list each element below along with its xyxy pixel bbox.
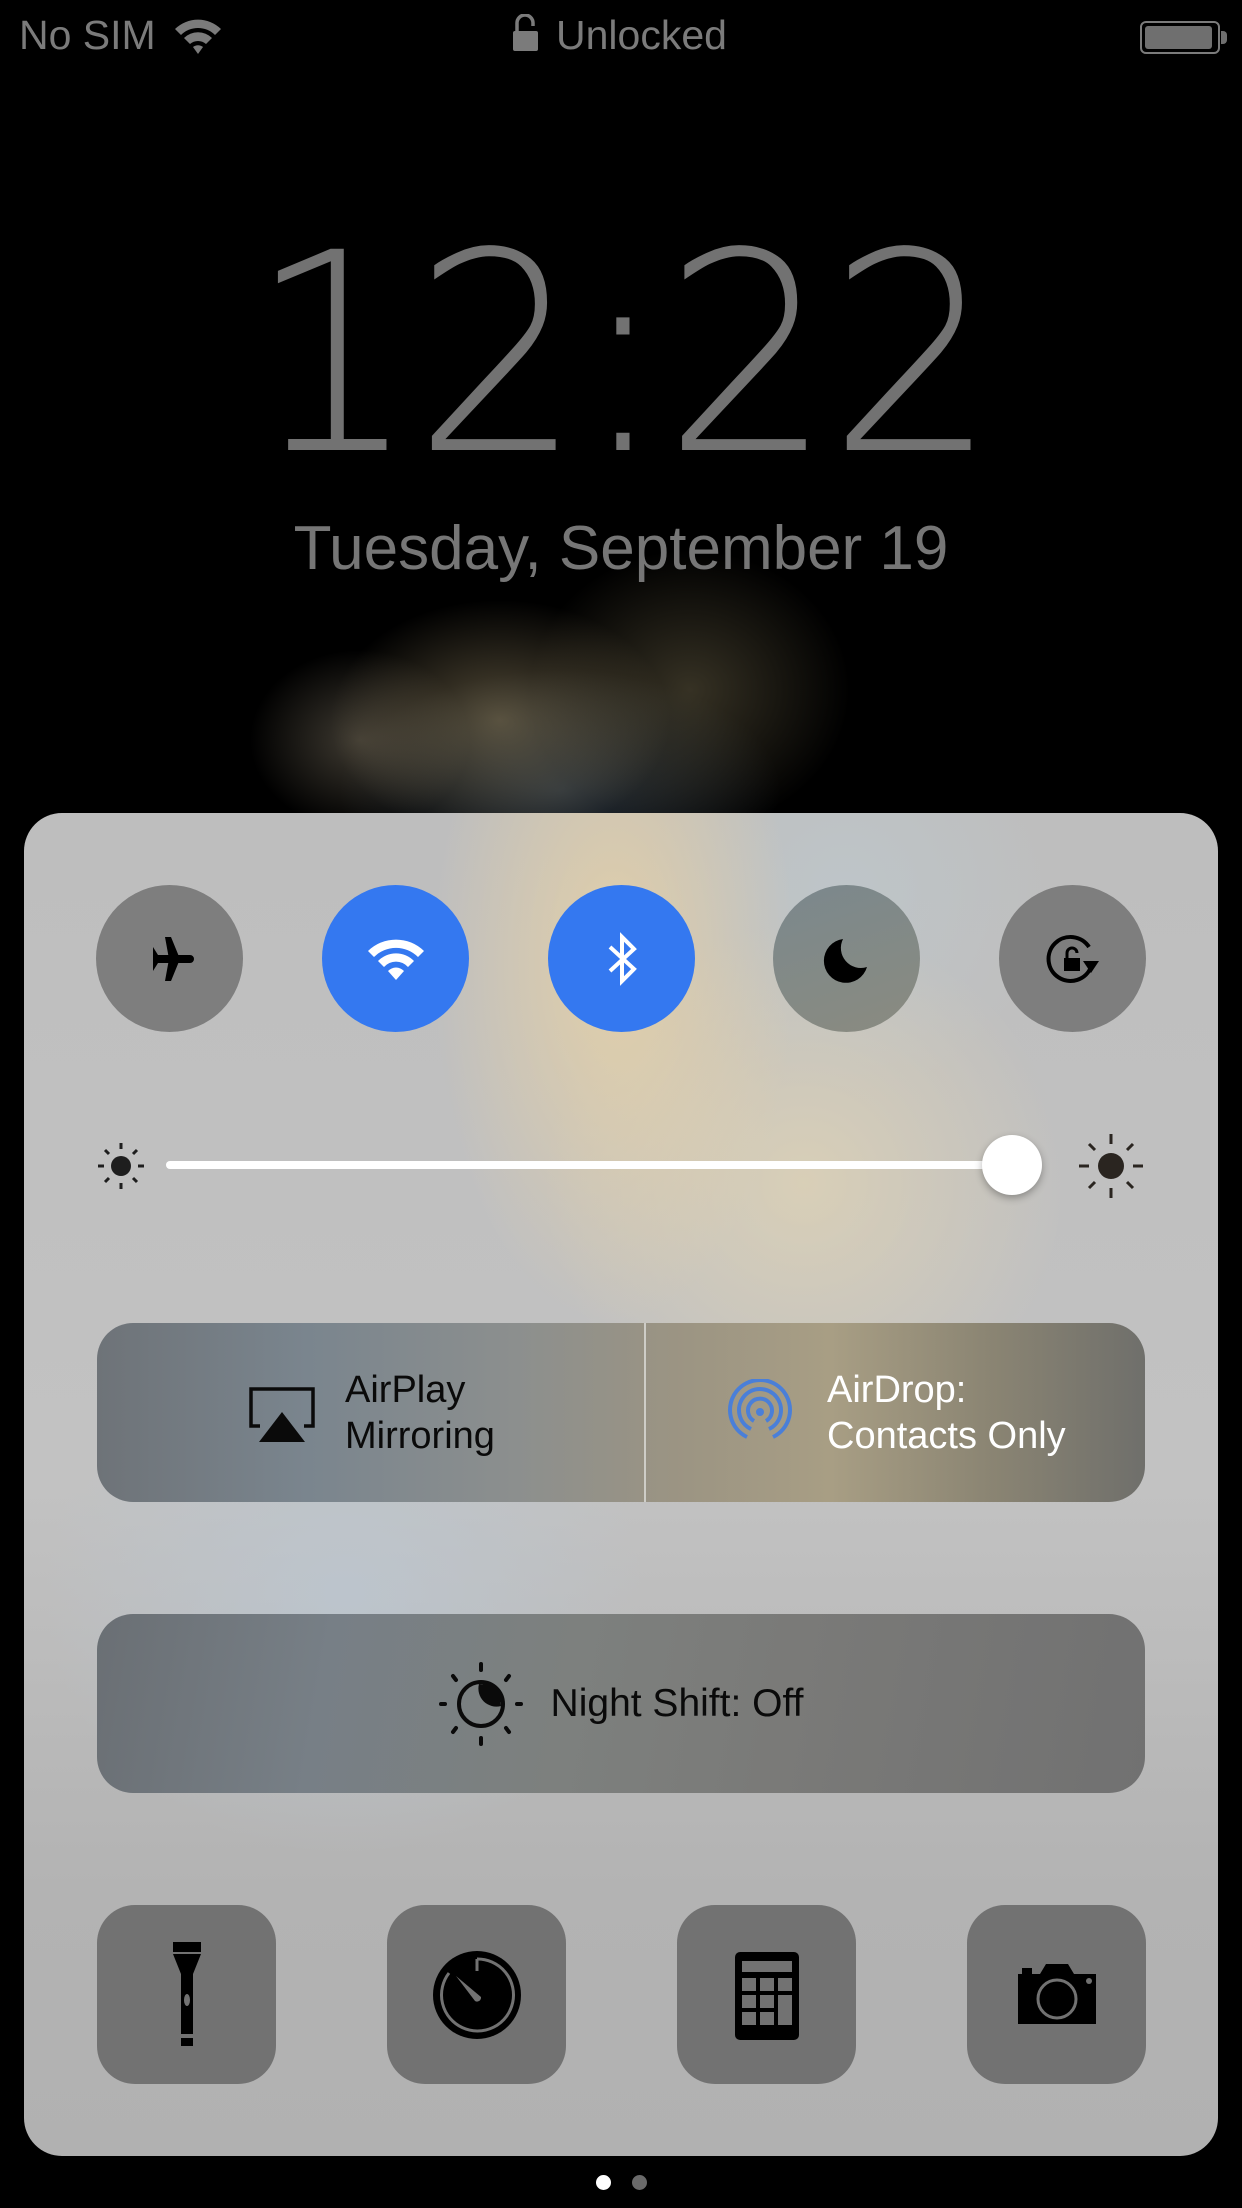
airplay-mirroring-button[interactable]: AirPlay Mirroring — [97, 1323, 644, 1502]
calculator-button[interactable] — [677, 1905, 856, 2084]
night-shift-label: Night Shift: Off — [550, 1681, 804, 1725]
flashlight-icon — [172, 1941, 201, 2046]
control-center-panel: AirPlay Mirroring AirDrop: Contacts Only — [24, 813, 1218, 2156]
battery-level-fill — [1145, 26, 1212, 49]
flashlight-button[interactable] — [97, 1905, 276, 2084]
sun-small-icon — [98, 1143, 144, 1189]
brightness-slider[interactable] — [24, 1123, 1218, 1207]
rotation-lock-icon — [1046, 934, 1099, 983]
airdrop-icon — [728, 1379, 792, 1439]
airdrop-label-line2: Contacts Only — [827, 1415, 1066, 1457]
lock-screen-date: Tuesday, September 19 — [293, 514, 949, 583]
wifi-icon — [175, 19, 221, 54]
timer-icon — [432, 1950, 521, 2039]
airplay-label: AirPlay Mirroring — [345, 1367, 495, 1459]
night-shift-icon — [438, 1661, 523, 1746]
airplane-mode-toggle[interactable] — [96, 885, 243, 1032]
camera-button[interactable] — [967, 1905, 1146, 2084]
brightness-track[interactable] — [166, 1161, 1036, 1169]
carrier-label: No SIM — [19, 12, 156, 58]
lock-status-label: Unlocked — [556, 12, 727, 58]
bluetooth-icon — [608, 931, 637, 986]
do-not-disturb-toggle[interactable] — [773, 885, 920, 1032]
wifi-icon — [367, 939, 424, 980]
sun-large-icon — [1079, 1134, 1143, 1198]
airplay-icon — [249, 1387, 315, 1442]
unlocked-padlock-icon — [513, 14, 538, 51]
airplay-label-line1: AirPlay — [345, 1369, 466, 1411]
airdrop-label: AirDrop: Contacts Only — [827, 1367, 1066, 1459]
share-row: AirPlay Mirroring AirDrop: Contacts Only — [97, 1323, 1145, 1502]
brightness-thumb[interactable] — [982, 1135, 1042, 1195]
airdrop-button[interactable]: AirDrop: Contacts Only — [645, 1323, 1145, 1502]
airplay-label-line2: Mirroring — [345, 1415, 495, 1457]
brightness-fill — [166, 1161, 1036, 1169]
lock-screen-time: 12:22 — [248, 195, 997, 516]
airdrop-label-line1: AirDrop: — [827, 1369, 967, 1411]
bluetooth-toggle[interactable] — [548, 885, 695, 1032]
rotation-lock-toggle[interactable] — [999, 885, 1146, 1032]
timer-button[interactable] — [387, 1905, 566, 2084]
moon-icon — [823, 938, 867, 983]
status-bar: No SIM Unlocked — [0, 0, 1242, 72]
camera-icon — [1017, 1963, 1096, 2024]
battery-icon — [1140, 21, 1220, 54]
night-shift-button[interactable]: Night Shift: Off — [97, 1614, 1145, 1793]
calculator-icon — [734, 1951, 799, 2040]
wifi-toggle[interactable] — [322, 885, 469, 1032]
page-dot-2[interactable] — [632, 2175, 647, 2190]
battery-nub — [1221, 31, 1227, 44]
page-dot-1-active[interactable] — [596, 2175, 611, 2190]
airplane-icon — [152, 936, 194, 981]
page-indicator — [0, 2175, 1242, 2190]
